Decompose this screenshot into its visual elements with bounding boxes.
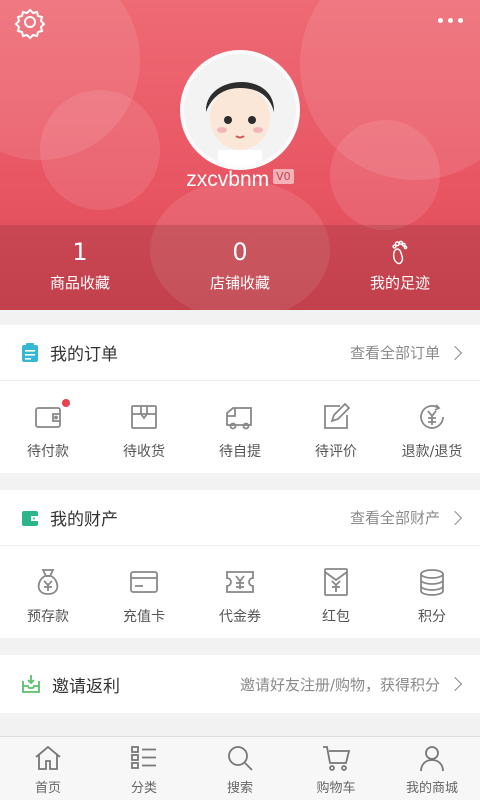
refund-icon [420,404,444,429]
view-all-orders-link[interactable]: 查看全部订单 [349,342,463,363]
tab-my-mall[interactable]: 我的商城 [384,737,480,800]
edit-icon [324,402,351,429]
home-icon [35,745,61,770]
order-pending-receipt[interactable]: 待收货 [96,381,192,473]
profile-header: zxcvbnm V0 1 商品收藏 0 店铺收藏 我的足迹 [0,0,480,310]
user-icon [420,746,444,772]
invite-desc: 邀请好友注册/购物，获得积分 [239,675,440,694]
cell-label: 待评价 [315,444,357,460]
order-pending-review[interactable]: 待评价 [288,381,384,473]
assets-card: 我的财产 查看全部财产 预存款 充值卡 代金券 红包 积分 [0,490,480,638]
chevron-right-icon [447,676,463,692]
view-all-assets-label: 查看全部财产 [349,509,440,527]
tab-label: 首页 [34,781,61,796]
invite-row[interactable]: 邀请返利 邀请好友注册/购物，获得积分 [0,655,480,713]
assets-title: 我的财产 [50,510,118,530]
truck-icon [226,407,252,430]
bottom-tab-bar: 首页 分类 搜索 购物车 我的商城 [0,736,480,800]
view-all-orders-label: 查看全部订单 [349,344,440,362]
cart-icon [323,746,351,771]
assets-header[interactable]: 我的财产 查看全部财产 [0,490,480,546]
username-row: zxcvbnm V0 [0,168,480,192]
orders-title: 我的订单 [50,345,118,365]
orders-header[interactable]: 我的订单 查看全部订单 [0,325,480,381]
footprint-icon [320,237,480,267]
stat-value: 1 [72,238,88,266]
order-pending-payment[interactable]: 待付款 [0,381,96,473]
stat-favorite-shops[interactable]: 0 店铺收藏 [160,225,320,310]
stat-label: 店铺收藏 [209,274,270,292]
tab-cart[interactable]: 购物车 [288,737,384,800]
cell-label: 待付款 [27,444,69,460]
cell-label: 充值卡 [123,609,165,625]
download-box-icon [22,675,40,693]
coins-icon [420,569,444,596]
stats-bar: 1 商品收藏 0 店铺收藏 我的足迹 [0,225,480,310]
stat-footprint[interactable]: 我的足迹 [320,225,480,310]
tab-home[interactable]: 首页 [0,737,96,800]
notification-dot [62,399,70,407]
cell-label: 红包 [322,609,350,625]
asset-points[interactable]: 积分 [384,546,480,638]
asset-deposit[interactable]: 预存款 [0,546,96,638]
voucher-icon [226,571,254,593]
stat-label: 商品收藏 [49,274,110,292]
username: zxcvbnm [186,168,270,191]
stat-value: 0 [232,238,248,266]
wallet-icon [35,407,61,428]
money-bag-icon [37,569,59,595]
card-icon [130,571,158,593]
cell-label: 代金券 [219,609,261,625]
asset-recharge-card[interactable]: 充值卡 [96,546,192,638]
package-icon [131,405,157,429]
category-icon [131,746,156,769]
cell-label: 积分 [418,609,446,625]
view-all-assets-link[interactable]: 查看全部财产 [349,507,463,528]
cell-label: 预存款 [27,609,69,625]
tab-label: 我的商城 [405,781,458,796]
cell-label: 退款/退货 [401,444,463,460]
cell-label: 待自提 [219,444,261,460]
asset-red-envelope[interactable]: 红包 [288,546,384,638]
tab-label: 分类 [130,781,157,796]
more-menu-icon[interactable] [432,6,468,34]
avatar[interactable] [180,50,300,170]
tab-label: 搜索 [226,781,253,796]
chevron-right-icon [447,345,463,360]
cell-label: 待收货 [123,444,165,460]
stat-label: 我的足迹 [369,274,430,292]
order-refund[interactable]: 退款/退货 [384,381,480,473]
search-icon [228,746,253,771]
tab-search[interactable]: 搜索 [192,737,288,800]
invite-card: 邀请返利 邀请好友注册/购物，获得积分 [0,655,480,713]
red-envelope-icon [324,568,348,596]
settings-gear-icon[interactable] [12,4,48,40]
orders-card: 我的订单 查看全部订单 待付款 待收货 待自提 待评价 退款/退货 [0,325,480,473]
tab-category[interactable]: 分类 [96,737,192,800]
wallet-card-icon [22,510,38,526]
chevron-right-icon [447,510,463,525]
invite-title: 邀请返利 [52,676,120,697]
tab-label: 购物车 [316,781,356,796]
orders-icon [22,342,38,362]
level-badge: V0 [273,169,294,184]
stat-favorite-goods[interactable]: 1 商品收藏 [0,225,160,310]
order-pending-pickup[interactable]: 待自提 [192,381,288,473]
asset-voucher[interactable]: 代金券 [192,546,288,638]
invite-link[interactable]: 邀请好友注册/购物，获得积分 [239,674,463,695]
